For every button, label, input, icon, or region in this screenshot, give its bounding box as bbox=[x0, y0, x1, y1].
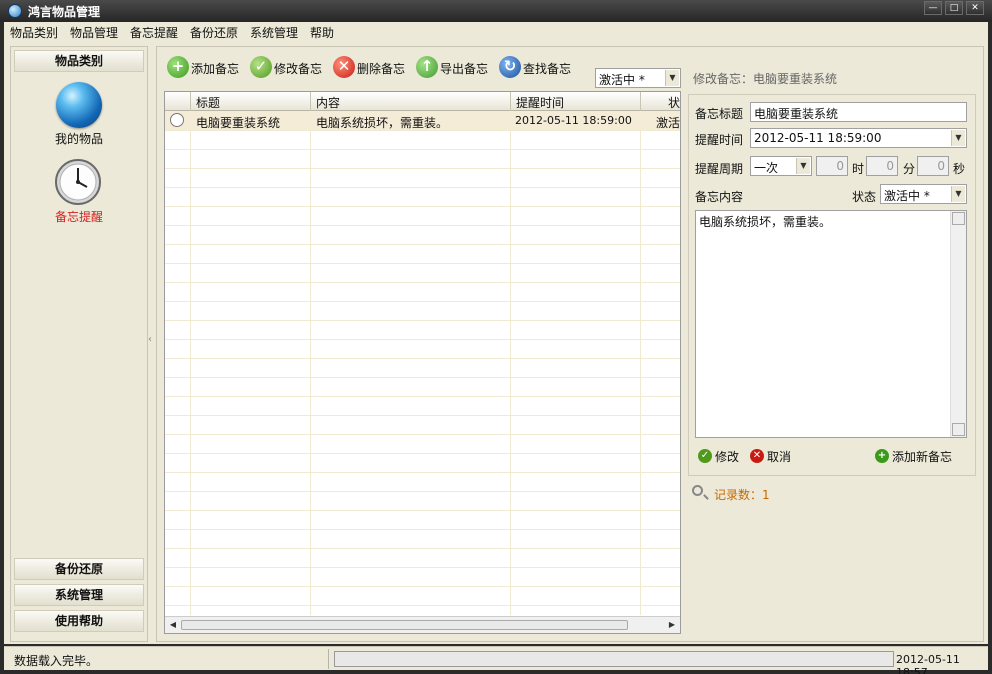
delete-x-icon: ✕ bbox=[333, 56, 355, 78]
status-message: 数据载入完毕。 bbox=[14, 654, 99, 668]
edit-reminder-button[interactable]: ✓ 修改备忘 bbox=[250, 56, 326, 80]
delete-reminder-label: 删除备忘 bbox=[357, 62, 406, 76]
column-header-status[interactable]: 状 bbox=[668, 94, 680, 111]
status-filter-value: 激活中 * bbox=[599, 73, 645, 87]
magnifier-icon bbox=[692, 485, 703, 496]
clock-icon[interactable] bbox=[54, 158, 102, 206]
status-dropdown-value: 激活中 * bbox=[884, 189, 930, 203]
plus-icon: + bbox=[875, 449, 889, 463]
content-field-label: 备忘内容 bbox=[695, 190, 744, 204]
plus-icon: + bbox=[167, 56, 189, 78]
menu-item-backup[interactable]: 备份还原 bbox=[190, 24, 238, 41]
save-edit-button[interactable]: ✓ 修改 bbox=[698, 447, 742, 465]
cancel-label: 取消 bbox=[767, 450, 792, 464]
hour-unit: 时 bbox=[852, 162, 865, 176]
status-field-label: 状态 bbox=[852, 190, 877, 204]
title-field[interactable]: 电脑要重装系统 bbox=[750, 102, 967, 122]
sidebar-item-my-items[interactable]: 我的物品 bbox=[14, 130, 144, 147]
column-header-time[interactable]: 提醒时间 bbox=[516, 94, 564, 111]
menu-item-reminders[interactable]: 备忘提醒 bbox=[130, 24, 178, 41]
minute-unit: 分 bbox=[903, 162, 916, 176]
save-edit-label: 修改 bbox=[715, 450, 740, 464]
cycle-field-label: 提醒周期 bbox=[695, 162, 744, 176]
status-filter-dropdown[interactable]: 激活中 * ▼ bbox=[595, 68, 681, 88]
sidebar-item-reminders[interactable]: 备忘提醒 bbox=[14, 208, 144, 225]
checkmark-icon: ✓ bbox=[250, 56, 272, 78]
chevron-down-icon[interactable]: ▼ bbox=[665, 70, 679, 86]
horizontal-scrollbar[interactable]: ◀ ▶ bbox=[165, 616, 680, 633]
vertical-scrollbar[interactable] bbox=[950, 211, 966, 437]
cycle-value: 一次 bbox=[754, 161, 779, 175]
add-new-reminder-button[interactable]: + 添加新备忘 bbox=[875, 447, 955, 465]
export-reminder-label: 导出备忘 bbox=[440, 62, 489, 76]
cancel-button[interactable]: ✕ 取消 bbox=[750, 447, 794, 465]
scroll-down-icon[interactable] bbox=[952, 423, 965, 436]
window-title: 鸿言物品管理 bbox=[28, 5, 101, 19]
time-field-label: 提醒时间 bbox=[695, 133, 744, 147]
chevron-down-icon[interactable]: ▼ bbox=[951, 130, 965, 146]
menu-item-items[interactable]: 物品管理 bbox=[70, 24, 118, 41]
minimize-button[interactable]: — bbox=[924, 1, 942, 15]
time-field[interactable]: 2012-05-11 18:59:00 ▼ bbox=[750, 128, 967, 148]
find-reminder-button[interactable]: ↻ 查找备忘 bbox=[499, 56, 575, 80]
find-reminder-label: 查找备忘 bbox=[523, 62, 572, 76]
progress-bar bbox=[334, 651, 894, 667]
scroll-right-icon[interactable]: ▶ bbox=[666, 619, 678, 631]
title-bar: 鸿言物品管理 — □ ✕ bbox=[0, 0, 992, 22]
hour-field[interactable]: 0 bbox=[816, 156, 848, 176]
cell-content: 电脑系统损坏，需重装。 bbox=[316, 116, 449, 130]
menu-bar: 物品类别 物品管理 备忘提醒 备份还原 系统管理 帮助 bbox=[0, 22, 992, 42]
app-icon bbox=[8, 4, 22, 18]
status-dropdown[interactable]: 激活中 * ▼ bbox=[880, 184, 967, 204]
sidebar-header-categories[interactable]: 物品类别 bbox=[14, 50, 144, 72]
status-datetime: 2012-05-11 18:57 bbox=[896, 653, 960, 674]
time-field-value: 2012-05-11 18:59:00 bbox=[754, 131, 882, 145]
editor-heading: 修改备忘：电脑要重装系统 bbox=[693, 72, 838, 86]
globe-icon[interactable] bbox=[56, 82, 102, 128]
sidebar-button-backup[interactable]: 备份还原 bbox=[14, 558, 144, 580]
menu-item-help[interactable]: 帮助 bbox=[310, 24, 334, 41]
delete-reminder-button[interactable]: ✕ 删除备忘 bbox=[333, 56, 409, 80]
second-unit: 秒 bbox=[953, 162, 966, 176]
maximize-button[interactable]: □ bbox=[945, 1, 963, 15]
checkmark-icon: ✓ bbox=[698, 449, 712, 463]
cycle-dropdown[interactable]: 一次 ▼ bbox=[750, 156, 812, 176]
sidebar-button-system[interactable]: 系统管理 bbox=[14, 584, 144, 606]
scrollbar-thumb[interactable] bbox=[181, 620, 628, 630]
menu-item-categories[interactable]: 物品类别 bbox=[10, 24, 58, 41]
close-button[interactable]: ✕ bbox=[966, 1, 984, 15]
chevron-down-icon[interactable]: ▼ bbox=[796, 158, 810, 174]
cell-status: 激活 bbox=[656, 116, 681, 130]
column-header-content[interactable]: 内容 bbox=[316, 94, 340, 111]
close-icon: ✕ bbox=[750, 449, 764, 463]
chevron-down-icon[interactable]: ▼ bbox=[951, 186, 965, 202]
status-bar: 数据载入完毕。 2012-05-11 18:57 bbox=[4, 646, 988, 674]
export-reminder-button[interactable]: ↑ 导出备忘 bbox=[416, 56, 492, 80]
add-new-reminder-label: 添加新备忘 bbox=[892, 450, 953, 464]
table-header: 标题 内容 提醒时间 状 bbox=[165, 92, 680, 111]
clock-icon bbox=[170, 113, 184, 127]
arrow-up-icon: ↑ bbox=[416, 56, 438, 78]
menu-item-system[interactable]: 系统管理 bbox=[250, 24, 298, 41]
scroll-left-icon[interactable]: ◀ bbox=[167, 619, 179, 631]
title-field-label: 备忘标题 bbox=[695, 107, 744, 121]
table-row[interactable]: 电脑要重装系统 电脑系统损坏，需重装。 2012-05-11 18:59:00 … bbox=[165, 111, 680, 130]
cell-time: 2012-05-11 18:59:00 bbox=[515, 114, 632, 127]
collapse-arrow-icon[interactable]: ‹ bbox=[148, 334, 156, 348]
column-header-title[interactable]: 标题 bbox=[196, 94, 220, 111]
second-field[interactable]: 0 bbox=[917, 156, 949, 176]
record-count-label: 记录数：1 bbox=[714, 488, 770, 502]
add-reminder-label: 添加备忘 bbox=[191, 62, 240, 76]
cell-title: 电脑要重装系统 bbox=[196, 116, 281, 130]
edit-reminder-label: 修改备忘 bbox=[274, 62, 323, 76]
content-textarea[interactable]: 电脑系统损坏，需重装。 bbox=[695, 210, 967, 438]
reminder-table: 标题 内容 提醒时间 状 电脑要重装系统 电脑系统损坏，需重装。 2012-05… bbox=[164, 91, 681, 634]
minute-field[interactable]: 0 bbox=[866, 156, 898, 176]
scroll-up-icon[interactable] bbox=[952, 212, 965, 225]
sidebar-button-help[interactable]: 使用帮助 bbox=[14, 610, 144, 632]
refresh-icon: ↻ bbox=[499, 56, 521, 78]
add-reminder-button[interactable]: + 添加备忘 bbox=[167, 56, 243, 80]
content-textarea-value: 电脑系统损坏，需重装。 bbox=[699, 215, 832, 229]
